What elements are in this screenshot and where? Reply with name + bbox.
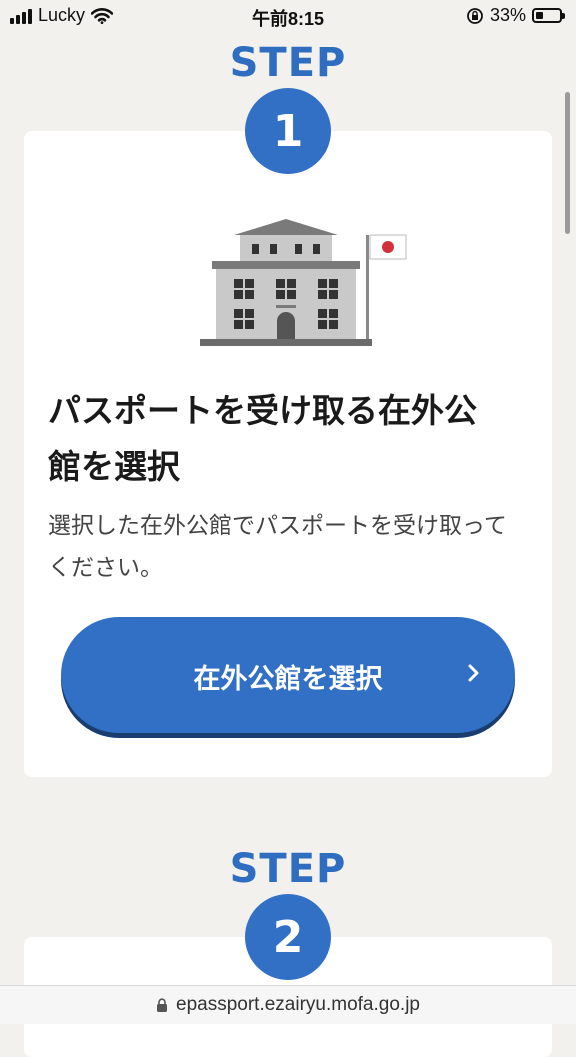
orientation-lock-icon	[466, 7, 484, 25]
url-text: epassport.ezairyu.mofa.go.jp	[176, 994, 420, 1016]
card-description: 選択した在外公館でパスポートを受け取ってください。	[48, 505, 528, 589]
step-1-label: STEP	[0, 40, 576, 86]
scrollbar[interactable]	[565, 92, 570, 234]
battery-percent: 33%	[490, 5, 526, 26]
step-1-card: パスポートを受け取る在外公館を選択 選択した在外公館でパスポートを受け取ってくだ…	[24, 131, 552, 777]
select-embassy-button-label: 在外公館を選択	[61, 657, 515, 696]
battery-icon	[532, 8, 562, 23]
url-bar[interactable]: epassport.ezairyu.mofa.go.jp	[0, 985, 576, 1024]
status-bar: Lucky 午前8:15 33%	[0, 0, 576, 34]
step-2-number: 2	[245, 894, 331, 980]
step-1-number: 1	[245, 88, 331, 174]
select-embassy-button[interactable]: 在外公館を選択	[61, 617, 515, 733]
step-2-label: STEP	[0, 846, 576, 892]
lock-icon	[156, 998, 168, 1013]
card-title: パスポートを受け取る在外公館を選択	[48, 383, 508, 495]
embassy-building-icon	[200, 215, 432, 349]
chevron-right-icon	[467, 663, 481, 683]
